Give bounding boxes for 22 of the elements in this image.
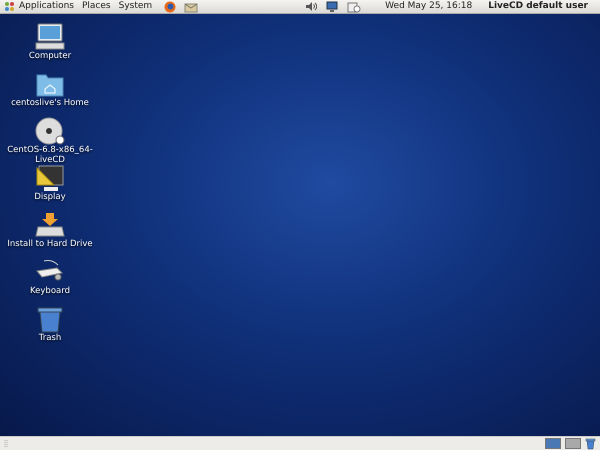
- trash-icon[interactable]: [585, 438, 596, 450]
- icon-label[interactable]: Keyboard: [30, 287, 70, 297]
- display-icon[interactable]: [34, 163, 66, 193]
- workspace-switcher-item[interactable]: [545, 438, 561, 449]
- disc-icon[interactable]: [34, 116, 66, 146]
- workspace-switcher-item[interactable]: [565, 438, 581, 449]
- icon-label[interactable]: centoslive's Home: [11, 99, 89, 109]
- menu-item[interactable]: Places: [78, 0, 115, 14]
- menu-item[interactable]: System: [114, 0, 156, 14]
- browser-launcher-icon[interactable]: [164, 0, 176, 12]
- icon-label[interactable]: Trash: [38, 334, 62, 344]
- user-menu[interactable]: LiveCD default user: [488, 0, 588, 14]
- icon-label[interactable]: CentOS-6.8-x86_64-LiveCD: [0, 146, 100, 166]
- speaker-icon[interactable]: [305, 1, 318, 12]
- icon-label[interactable]: Install to Hard Drive: [7, 240, 93, 250]
- computer-icon[interactable]: [34, 22, 66, 52]
- clock-text[interactable]: Wed May 25, 16:18: [385, 0, 472, 14]
- mail-launcher-icon[interactable]: [184, 0, 198, 12]
- icon-label[interactable]: Computer: [28, 52, 72, 62]
- panel-handle-icon: [4, 438, 8, 448]
- icon-label[interactable]: Display: [34, 193, 66, 203]
- menu-item[interactable]: Applications: [15, 0, 78, 14]
